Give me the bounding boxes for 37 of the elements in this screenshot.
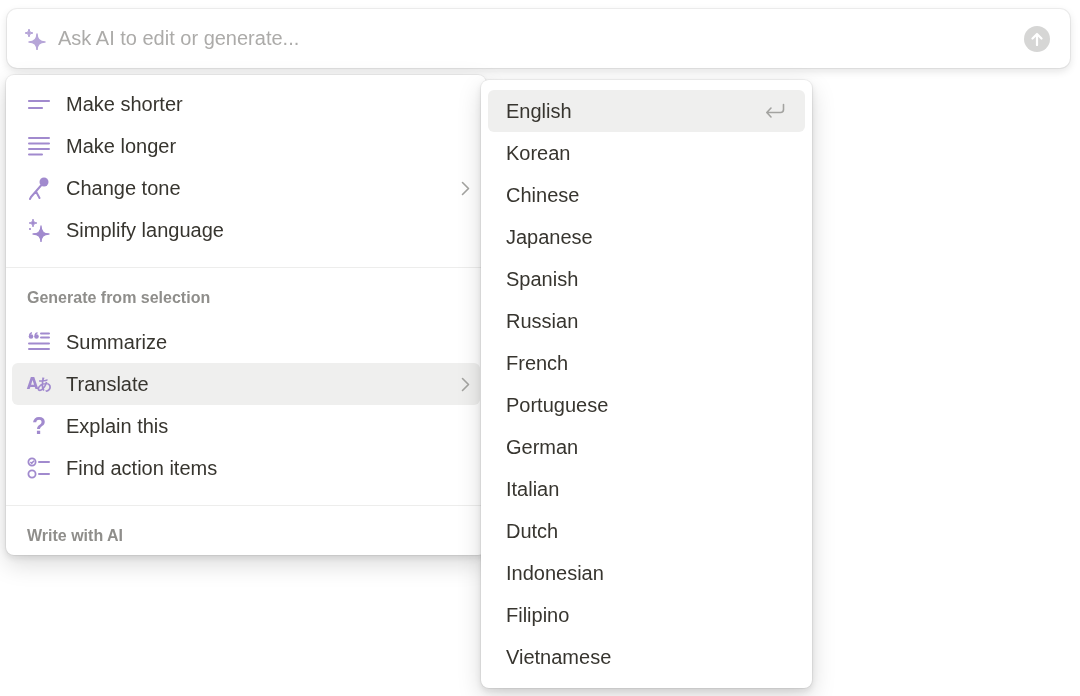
arrow-up-icon [1030,31,1044,46]
microphone-icon [28,176,50,200]
language-option[interactable]: Vietnamese [488,636,805,678]
menu-item[interactable]: Change tone [12,167,480,209]
send-button[interactable] [1024,25,1050,52]
language-option[interactable]: Indonesian [488,552,805,594]
menu-item[interactable]: Find action items [12,447,480,489]
menu-item[interactable]: ? Explain this [12,405,480,447]
sparkle-icon [28,218,50,242]
menu-item[interactable]: Make shorter [12,83,480,125]
sparkle-icon [24,27,46,50]
translate-glyph-icon: Aあ [26,376,52,392]
language-option[interactable]: Filipino [488,594,805,636]
long-lines-icon [27,136,51,156]
language-option[interactable]: French [488,342,805,384]
language-option[interactable]: Japanese [488,216,805,258]
question-mark-icon: ? [31,414,47,438]
checklist-icon [27,457,51,479]
menu-item[interactable]: Aあ Translate [12,363,480,405]
language-option[interactable]: Spanish [488,258,805,300]
prompt-field[interactable]: Ask AI to edit or generate... [58,20,1012,57]
quote-lines-icon [27,332,51,352]
language-option[interactable]: Korean [488,132,805,174]
language-option[interactable]: Dutch [488,510,805,552]
short-lines-icon [27,97,51,111]
language-option[interactable]: Portuguese [488,384,805,426]
menu-item[interactable]: Make longer [12,125,480,167]
menu-item[interactable]: Simplify language [12,209,480,251]
language-option[interactable]: Russian [488,300,805,342]
section-heading: Generate from selection [27,288,211,308]
language-option[interactable]: English [488,90,805,132]
language-option[interactable]: Chinese [488,174,805,216]
return-key-icon [765,103,785,119]
language-option[interactable]: German [488,426,805,468]
menu-item[interactable]: Summarize [12,321,480,363]
section-heading: Write with AI [27,526,123,546]
language-option[interactable]: Italian [488,468,805,510]
